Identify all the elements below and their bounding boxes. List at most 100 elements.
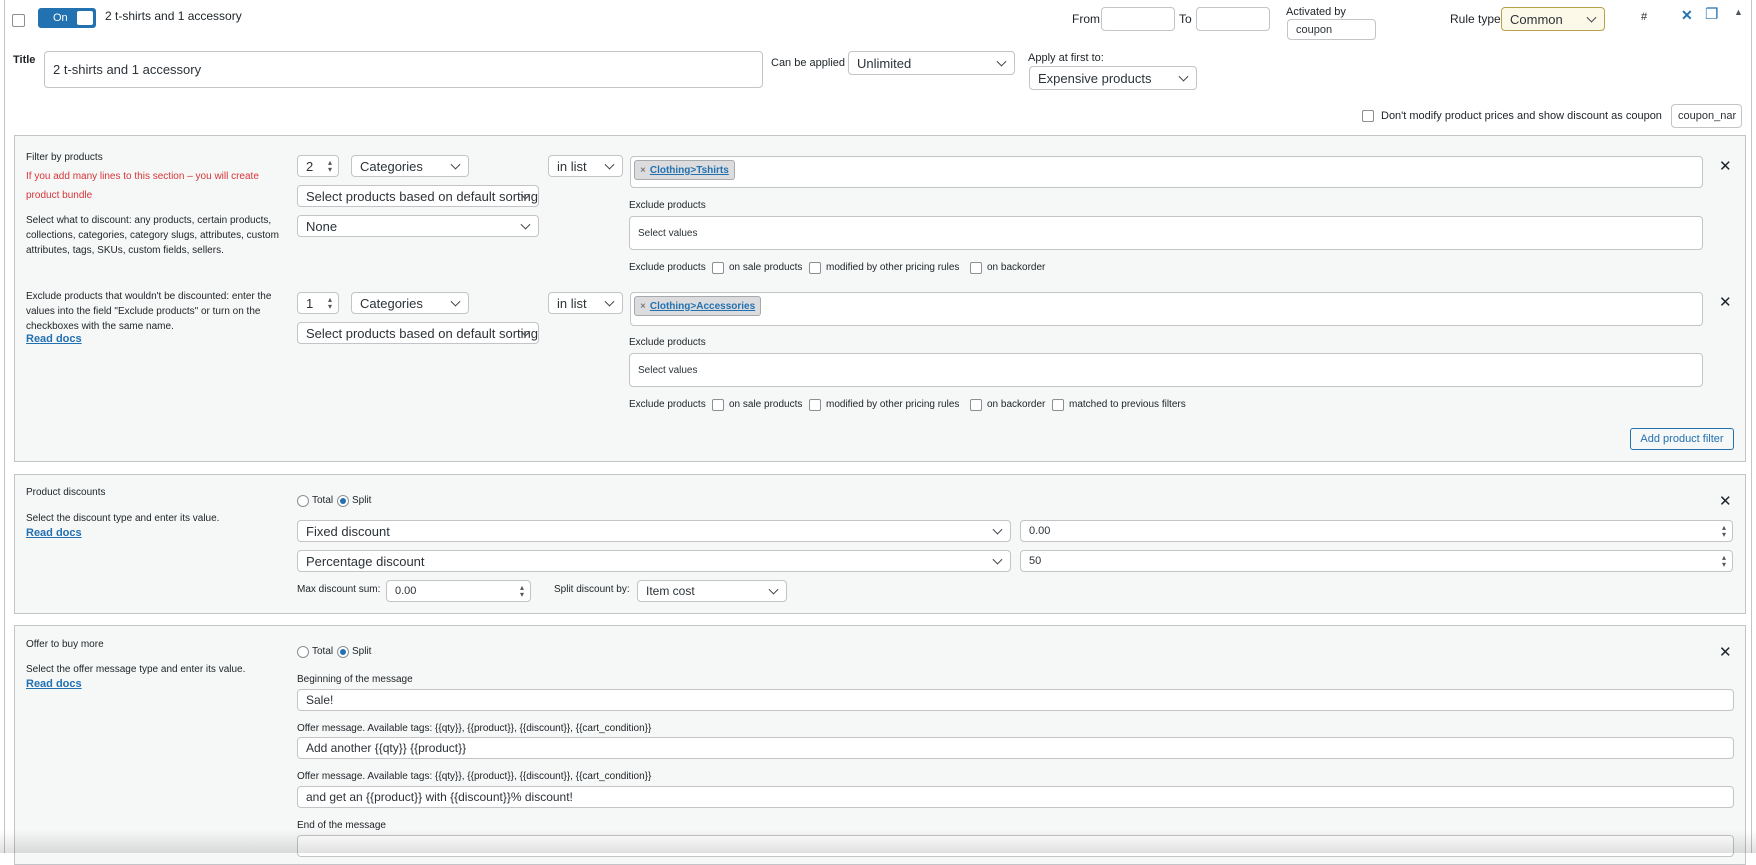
from-label: From [1072, 12, 1100, 26]
filter-2-on-sale-label: on sale products [729, 399, 803, 410]
filter-1-values-box[interactable] [630, 156, 1703, 188]
chip-remove-icon[interactable]: × [640, 165, 646, 176]
filter-1-remove-icon[interactable]: ✕ [1719, 159, 1732, 174]
offer-read-docs-link[interactable]: Read docs [26, 678, 82, 690]
filter-1-sorting-select[interactable]: Select products based on default sorting [297, 185, 539, 207]
filter-1-modified-label: modified by other pricing rules [826, 262, 960, 273]
filter-2-chip[interactable]: × Clothing>Accessories [634, 296, 762, 316]
discount-1-type-value: Fixed discount [306, 523, 390, 539]
apply-first-label: Apply at first to: [1028, 52, 1104, 64]
filter-2-sorting-value: Select products based on default sorting [306, 325, 538, 341]
filter-2-sorting-select[interactable]: Select products based on default sorting [297, 322, 539, 344]
discount-section-heading: Product discounts [26, 487, 106, 498]
chevron-down-icon [1178, 71, 1189, 82]
filter-2-modified-checkbox[interactable] [809, 399, 821, 411]
filter-1-chip-label: Clothing>Tshirts [649, 164, 729, 176]
collapse-rule-icon[interactable]: ▲ [1734, 7, 1743, 17]
dont-modify-checkbox[interactable] [1362, 110, 1374, 122]
filter-2-matched-checkbox[interactable] [1052, 399, 1064, 411]
title-label: Title [13, 54, 36, 66]
add-product-filter-button[interactable]: Add product filter [1630, 428, 1734, 450]
filter-section-heading: Filter by products [26, 152, 103, 163]
filter-2-remove-icon[interactable]: ✕ [1719, 295, 1732, 310]
offer-total-radio[interactable] [297, 646, 309, 658]
discount-remove-icon[interactable]: ✕ [1719, 494, 1732, 509]
filter-description-2: Exclude products that wouldn't be discou… [26, 291, 272, 332]
discount-read-docs-link[interactable]: Read docs [26, 527, 82, 539]
filter-1-extra-value: None [306, 218, 338, 234]
filter-1-qty-input[interactable]: 2 ▴ ▾ [297, 155, 339, 177]
stepper-icon: ▴ ▾ [327, 158, 332, 174]
discount-total-label: Total [312, 495, 334, 506]
add-product-filter-label: Add product filter [1640, 433, 1724, 445]
offer-remove-icon[interactable]: ✕ [1719, 645, 1732, 660]
copy-rule-icon[interactable]: ❐ [1705, 5, 1718, 23]
filter-1-on-sale-checkbox[interactable] [712, 262, 724, 274]
filter-1-chip[interactable]: × Clothing>Tshirts [634, 160, 735, 180]
chevron-down-icon [992, 524, 1003, 535]
filter-2-chip-label: Clothing>Accessories [649, 300, 756, 312]
stepper-icon: ▴ ▾ [519, 583, 524, 599]
filter-1-backorder-label: on backorder [987, 262, 1046, 273]
filter-1-on-sale-label: on sale products [729, 262, 803, 273]
rule-type-label: Rule type [1450, 12, 1501, 26]
max-discount-input[interactable]: 0.00 ▴ ▾ [386, 580, 531, 602]
discount-split-radio[interactable] [337, 495, 349, 507]
chip-remove-icon[interactable]: × [640, 301, 646, 312]
discount-total-radio[interactable] [297, 495, 309, 507]
filter-1-type-select[interactable]: Categories [351, 155, 469, 177]
chevron-down-icon [450, 159, 461, 170]
offer-message-1-input[interactable]: Add another {{qty}} {{product}} [297, 737, 1734, 759]
offer-message-1-value: Add another {{qty}} {{product}} [306, 741, 467, 755]
coupon-name-input[interactable]: coupon_nar [1671, 104, 1742, 128]
filter-1-exclude-input[interactable]: Select values [629, 216, 1703, 250]
split-by-value: Item cost [646, 584, 695, 598]
rule-select-checkbox[interactable] [12, 14, 25, 27]
offer-message-2-input[interactable]: and get an {{product}} with {{discount}}… [297, 786, 1734, 808]
date-from-input[interactable] [1101, 7, 1175, 31]
offer-split-radio[interactable] [337, 646, 349, 658]
date-to-input[interactable] [1196, 7, 1270, 31]
discount-2-value-input[interactable]: 50 ▴ ▾ [1020, 550, 1733, 572]
rule-enabled-toggle[interactable]: On [38, 8, 96, 28]
title-input[interactable]: 2 t-shirts and 1 accessory [44, 51, 763, 88]
split-by-select[interactable]: Item cost [637, 580, 787, 602]
filter-1-method-value: in list [557, 158, 587, 174]
apply-first-select[interactable]: Expensive products [1029, 66, 1197, 90]
discount-2-type-value: Percentage discount [306, 553, 425, 569]
title-value: 2 t-shirts and 1 accessory [53, 62, 202, 77]
filter-1-extra-select[interactable]: None [297, 215, 539, 237]
offer-message-1-label: Offer message. Available tags: {{qty}}, … [297, 723, 652, 734]
coupon-name-value: coupon_nar [1678, 110, 1737, 122]
delete-rule-icon[interactable]: ✕ [1681, 7, 1693, 24]
can-be-applied-value: Unlimited [857, 55, 912, 71]
can-be-applied-select[interactable]: Unlimited [848, 51, 1015, 75]
filter-2-backorder-checkbox[interactable] [970, 399, 982, 411]
discount-1-type-select[interactable]: Fixed discount [297, 520, 1011, 542]
discount-2-type-select[interactable]: Percentage discount [297, 550, 1011, 572]
filter-2-exclude-placeholder: Select values [638, 364, 698, 376]
filter-2-matched-label: matched to previous filters [1069, 399, 1186, 410]
filter-1-method-select[interactable]: in list [548, 155, 623, 177]
activated-by-label: Activated by [1286, 6, 1346, 18]
filter-2-cb-exclude-label: Exclude products [629, 399, 706, 410]
filter-2-qty-value: 1 [306, 295, 314, 311]
discount-1-value-input[interactable]: 0.00 ▴ ▾ [1020, 520, 1733, 542]
rule-type-select[interactable]: Common [1501, 7, 1605, 31]
filter-2-qty-input[interactable]: 1 ▴ ▾ [297, 292, 339, 314]
filter-1-backorder-checkbox[interactable] [970, 262, 982, 274]
filter-2-values-box[interactable] [630, 292, 1703, 326]
filter-2-on-sale-checkbox[interactable] [712, 399, 724, 411]
filter-read-docs-link[interactable]: Read docs [26, 333, 82, 345]
activated-by-value: coupon [1296, 23, 1333, 36]
filter-description-1: Select what to discount: any products, c… [26, 215, 279, 256]
filter-2-exclude-input[interactable]: Select values [629, 353, 1703, 387]
bottom-shadow [0, 830, 1756, 853]
filter-2-type-select[interactable]: Categories [351, 292, 469, 314]
activated-by-input[interactable]: coupon [1287, 19, 1376, 40]
filter-2-method-select[interactable]: in list [548, 292, 623, 314]
offer-begin-input[interactable]: Sale! [297, 689, 1734, 711]
filter-1-modified-checkbox[interactable] [809, 262, 821, 274]
offer-message-2-value: and get an {{product}} with {{discount}}… [306, 790, 573, 804]
discount-1-value: 0.00 [1029, 525, 1051, 537]
